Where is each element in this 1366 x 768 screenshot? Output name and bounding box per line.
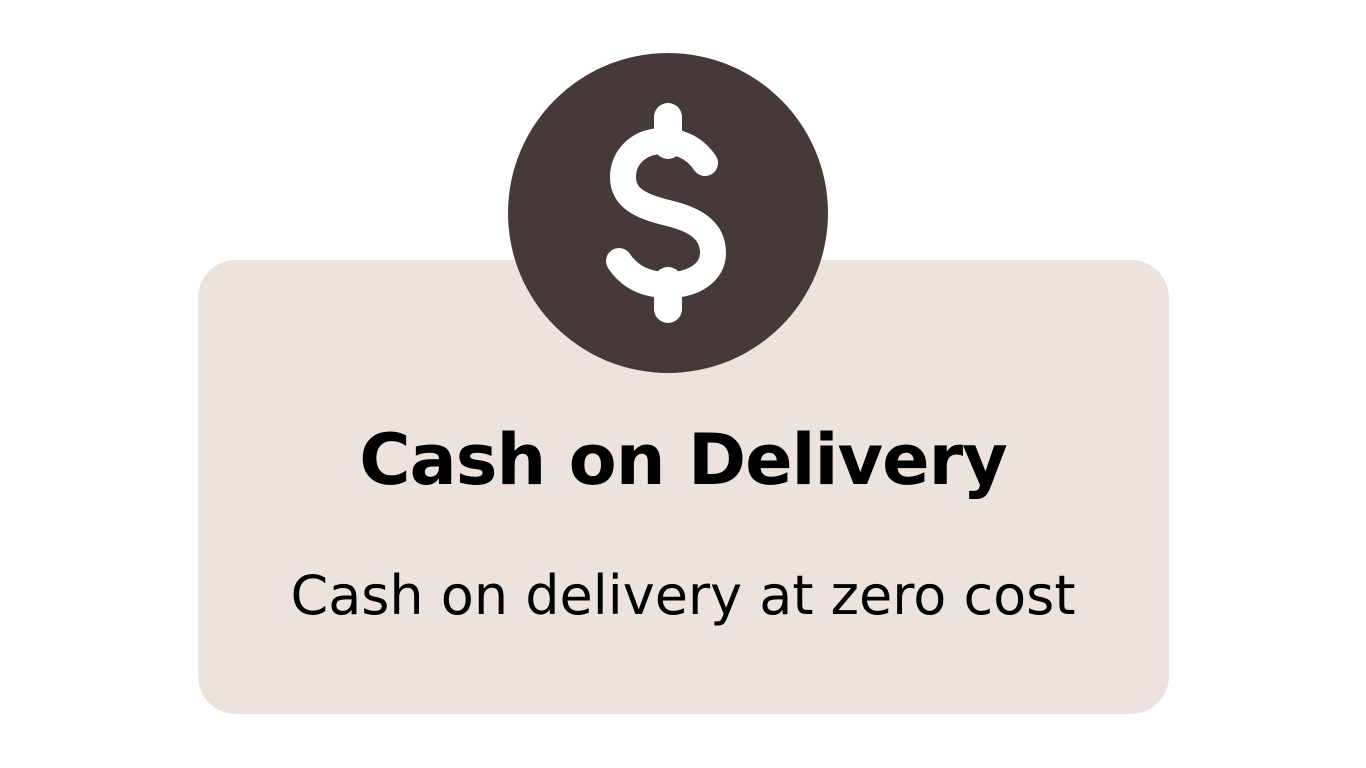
dollar-sign-icon <box>593 103 743 323</box>
page-canvas: Cash on Delivery Cash on delivery at zer… <box>0 0 1366 768</box>
card-title: Cash on Delivery <box>359 419 1008 501</box>
card-subtitle: Cash on delivery at zero cost <box>290 564 1076 627</box>
icon-badge <box>508 53 828 373</box>
